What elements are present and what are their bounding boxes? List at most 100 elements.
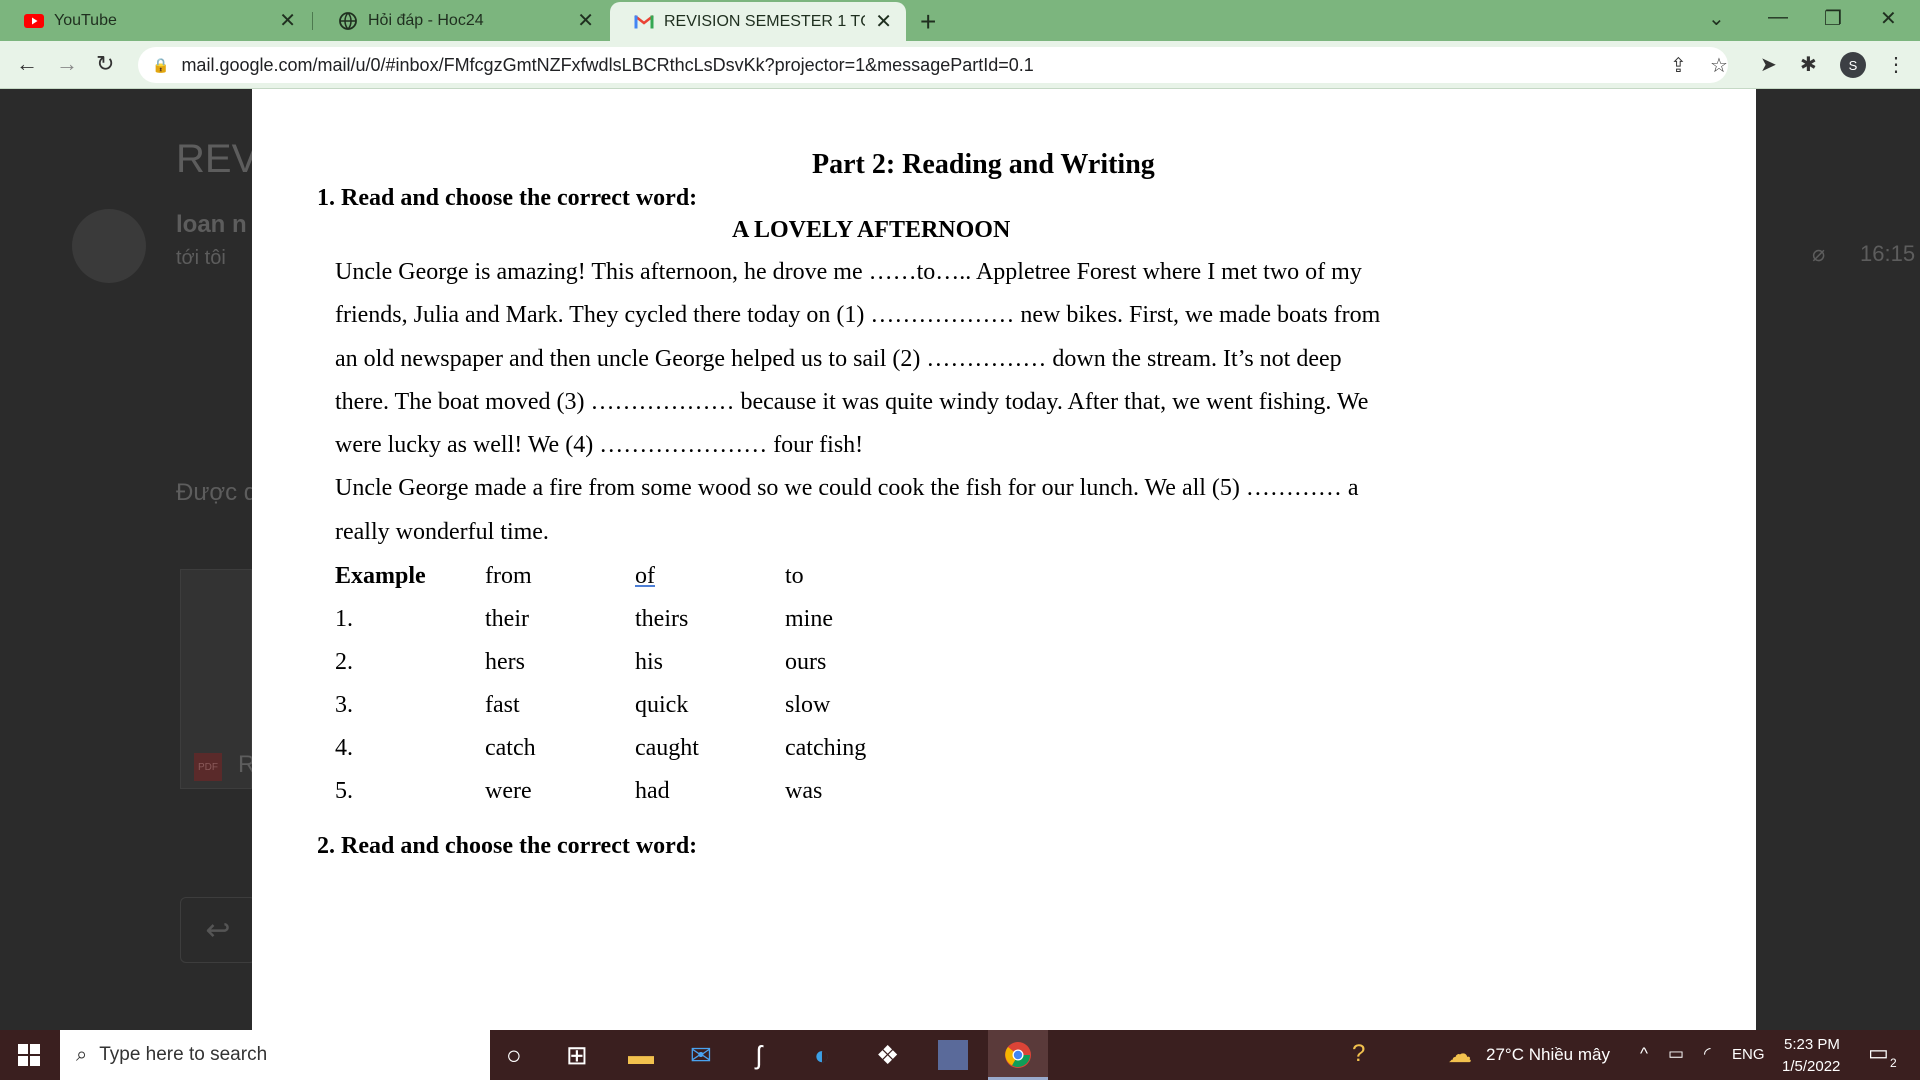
- globe-icon: [338, 11, 358, 31]
- option-a: hers: [485, 649, 525, 675]
- pdf-icon: PDF: [194, 753, 222, 781]
- option-label: 4.: [335, 735, 353, 761]
- windows-taskbar: ⌕ Type here to search ○ ⊞ ▬ ✉ ʃ ◐ ❖ ? ☁ …: [0, 1030, 1920, 1080]
- tray-chevron-icon[interactable]: ^: [1640, 1044, 1648, 1064]
- taskbar-search-box[interactable]: ⌕ Type here to search: [60, 1030, 490, 1080]
- option-label: 3.: [335, 692, 353, 718]
- puzzle-extensions-icon[interactable]: ✱: [1800, 52, 1817, 77]
- notification-count: 2: [1890, 1056, 1897, 1070]
- section1-title: 1. Read and choose the correct word:: [317, 185, 698, 211]
- option-a: were: [485, 778, 532, 804]
- clock-time[interactable]: 5:23 PM: [1784, 1036, 1840, 1053]
- avatar-initial: S: [1848, 57, 1858, 73]
- option-a: fast: [485, 692, 520, 718]
- passage-line: there. The boat moved (3) ……………… because…: [335, 389, 1369, 415]
- new-tab-button[interactable]: +: [920, 6, 936, 38]
- share-icon[interactable]: ⇪: [1670, 53, 1687, 78]
- option-a: from: [485, 563, 532, 589]
- browser-toolbar: ← → ↻ 🔒 mail.google.com/mail/u/0/#inbox/…: [0, 41, 1920, 89]
- tab-hoc24[interactable]: Hỏi đáp - Hoc24 ✕: [314, 0, 608, 41]
- option-c: was: [785, 778, 823, 804]
- option-b: of: [635, 563, 655, 589]
- scanned-notice: Được q: [176, 479, 258, 506]
- option-c: catching: [785, 735, 867, 761]
- email-subject: REV: [176, 137, 259, 181]
- option-b: his: [635, 649, 664, 675]
- section2-title: 2. Read and choose the correct word:: [317, 833, 698, 859]
- passage-line: Uncle George is amazing! This afternoon,…: [335, 259, 1362, 285]
- tab-youtube[interactable]: YouTube ✕: [0, 0, 310, 41]
- url-text: mail.google.com/mail/u/0/#inbox/FMfcgzGm…: [181, 54, 1034, 75]
- chrome-icon: [1005, 1042, 1031, 1068]
- story-title: A LOVELY AFTERNOON: [732, 217, 1011, 243]
- clock-date[interactable]: 1/5/2022: [1782, 1058, 1840, 1075]
- mail-icon[interactable]: ✉: [690, 1040, 712, 1071]
- app-s-icon[interactable]: ʃ: [756, 1040, 762, 1071]
- chrome-taskbar-button[interactable]: [988, 1030, 1048, 1080]
- close-icon[interactable]: ✕: [577, 8, 594, 33]
- language-indicator[interactable]: ENG: [1732, 1046, 1765, 1063]
- restore-icon[interactable]: ❐: [1824, 6, 1842, 31]
- file-explorer-icon[interactable]: ▬: [628, 1040, 654, 1071]
- reply-icon[interactable]: ↩: [180, 897, 256, 963]
- tab-separator: [312, 12, 313, 30]
- notification-icon[interactable]: ▭: [1868, 1040, 1889, 1066]
- email-time: 16:15: [1860, 241, 1916, 266]
- cortana-icon[interactable]: ○: [506, 1040, 522, 1071]
- passage-line: an old newspaper and then uncle George h…: [335, 346, 1342, 372]
- minimize-icon[interactable]: —: [1768, 6, 1788, 29]
- passage-line: really wonderful time.: [335, 519, 549, 545]
- tab-gmail-revision[interactable]: REVISION SEMESTER 1 TC (21-22 ✕: [610, 2, 906, 41]
- menu-kebab-icon[interactable]: ⋮: [1886, 52, 1906, 77]
- youtube-icon: [24, 11, 44, 31]
- tab-title: YouTube: [54, 11, 117, 29]
- profile-avatar[interactable]: S: [1840, 52, 1866, 78]
- bookmark-star-icon[interactable]: ☆: [1710, 53, 1728, 78]
- option-b: caught: [635, 735, 699, 761]
- windows-start-icon[interactable]: [18, 1044, 40, 1071]
- passage-line: Uncle George made a fire from some wood …: [335, 475, 1359, 501]
- tab-search-chevron-icon[interactable]: ⌄: [1708, 6, 1725, 31]
- passage-line: friends, Julia and Mark. They cycled the…: [335, 302, 1381, 328]
- document-page: Part 2: Reading and Writing 1. Read and …: [252, 89, 1756, 1030]
- option-b: quick: [635, 692, 689, 718]
- task-view-icon[interactable]: ⊞: [566, 1040, 588, 1071]
- edge-icon[interactable]: ◐: [814, 1040, 830, 1071]
- dropbox-icon[interactable]: ❖: [876, 1040, 899, 1071]
- window-close-icon[interactable]: ✕: [1880, 6, 1897, 31]
- close-icon[interactable]: ✕: [875, 9, 892, 34]
- reload-icon[interactable]: ↻: [96, 51, 114, 77]
- recipient-line: tới tôi: [176, 247, 226, 269]
- option-b: had: [635, 778, 670, 804]
- sender-avatar: [72, 209, 146, 283]
- tab-title: Hỏi đáp - Hoc24: [368, 11, 484, 29]
- sender-name: loan n: [176, 211, 247, 238]
- lock-icon: 🔒: [152, 56, 170, 73]
- attachment-icon: ⌀: [1812, 241, 1826, 266]
- option-label: 2.: [335, 649, 353, 675]
- help-icon[interactable]: ?: [1352, 1040, 1365, 1068]
- tab-title: REVISION SEMESTER 1 TC (21-22: [664, 12, 865, 30]
- option-c: slow: [785, 692, 831, 718]
- option-label: 5.: [335, 778, 353, 804]
- close-icon[interactable]: ✕: [279, 8, 296, 33]
- forward-arrow-icon[interactable]: →: [56, 51, 78, 77]
- send-extension-icon[interactable]: ➤: [1760, 52, 1777, 77]
- back-arrow-icon[interactable]: ←: [16, 51, 38, 77]
- battery-icon[interactable]: ▭: [1668, 1044, 1684, 1064]
- option-a: catch: [485, 735, 536, 761]
- option-b: theirs: [635, 606, 689, 632]
- weather-cloud-icon: ☁: [1448, 1041, 1472, 1068]
- part-title: Part 2: Reading and Writing: [812, 149, 1155, 180]
- address-bar[interactable]: 🔒 mail.google.com/mail/u/0/#inbox/FMfcgz…: [138, 47, 1728, 83]
- option-c: ours: [785, 649, 827, 675]
- wifi-icon[interactable]: ◜: [1704, 1044, 1711, 1064]
- search-icon: ⌕: [76, 1043, 88, 1066]
- option-label: 1.: [335, 606, 353, 632]
- gmail-icon: [634, 12, 654, 32]
- option-label: Example: [335, 563, 426, 589]
- weather-text[interactable]: 27°C Nhiều mây: [1486, 1045, 1610, 1065]
- game-app-icon[interactable]: [938, 1040, 968, 1070]
- tab-bar: YouTube ✕ Hỏi đáp - Hoc24 ✕ REVISION SEM…: [0, 0, 1920, 41]
- option-c: to: [785, 563, 804, 589]
